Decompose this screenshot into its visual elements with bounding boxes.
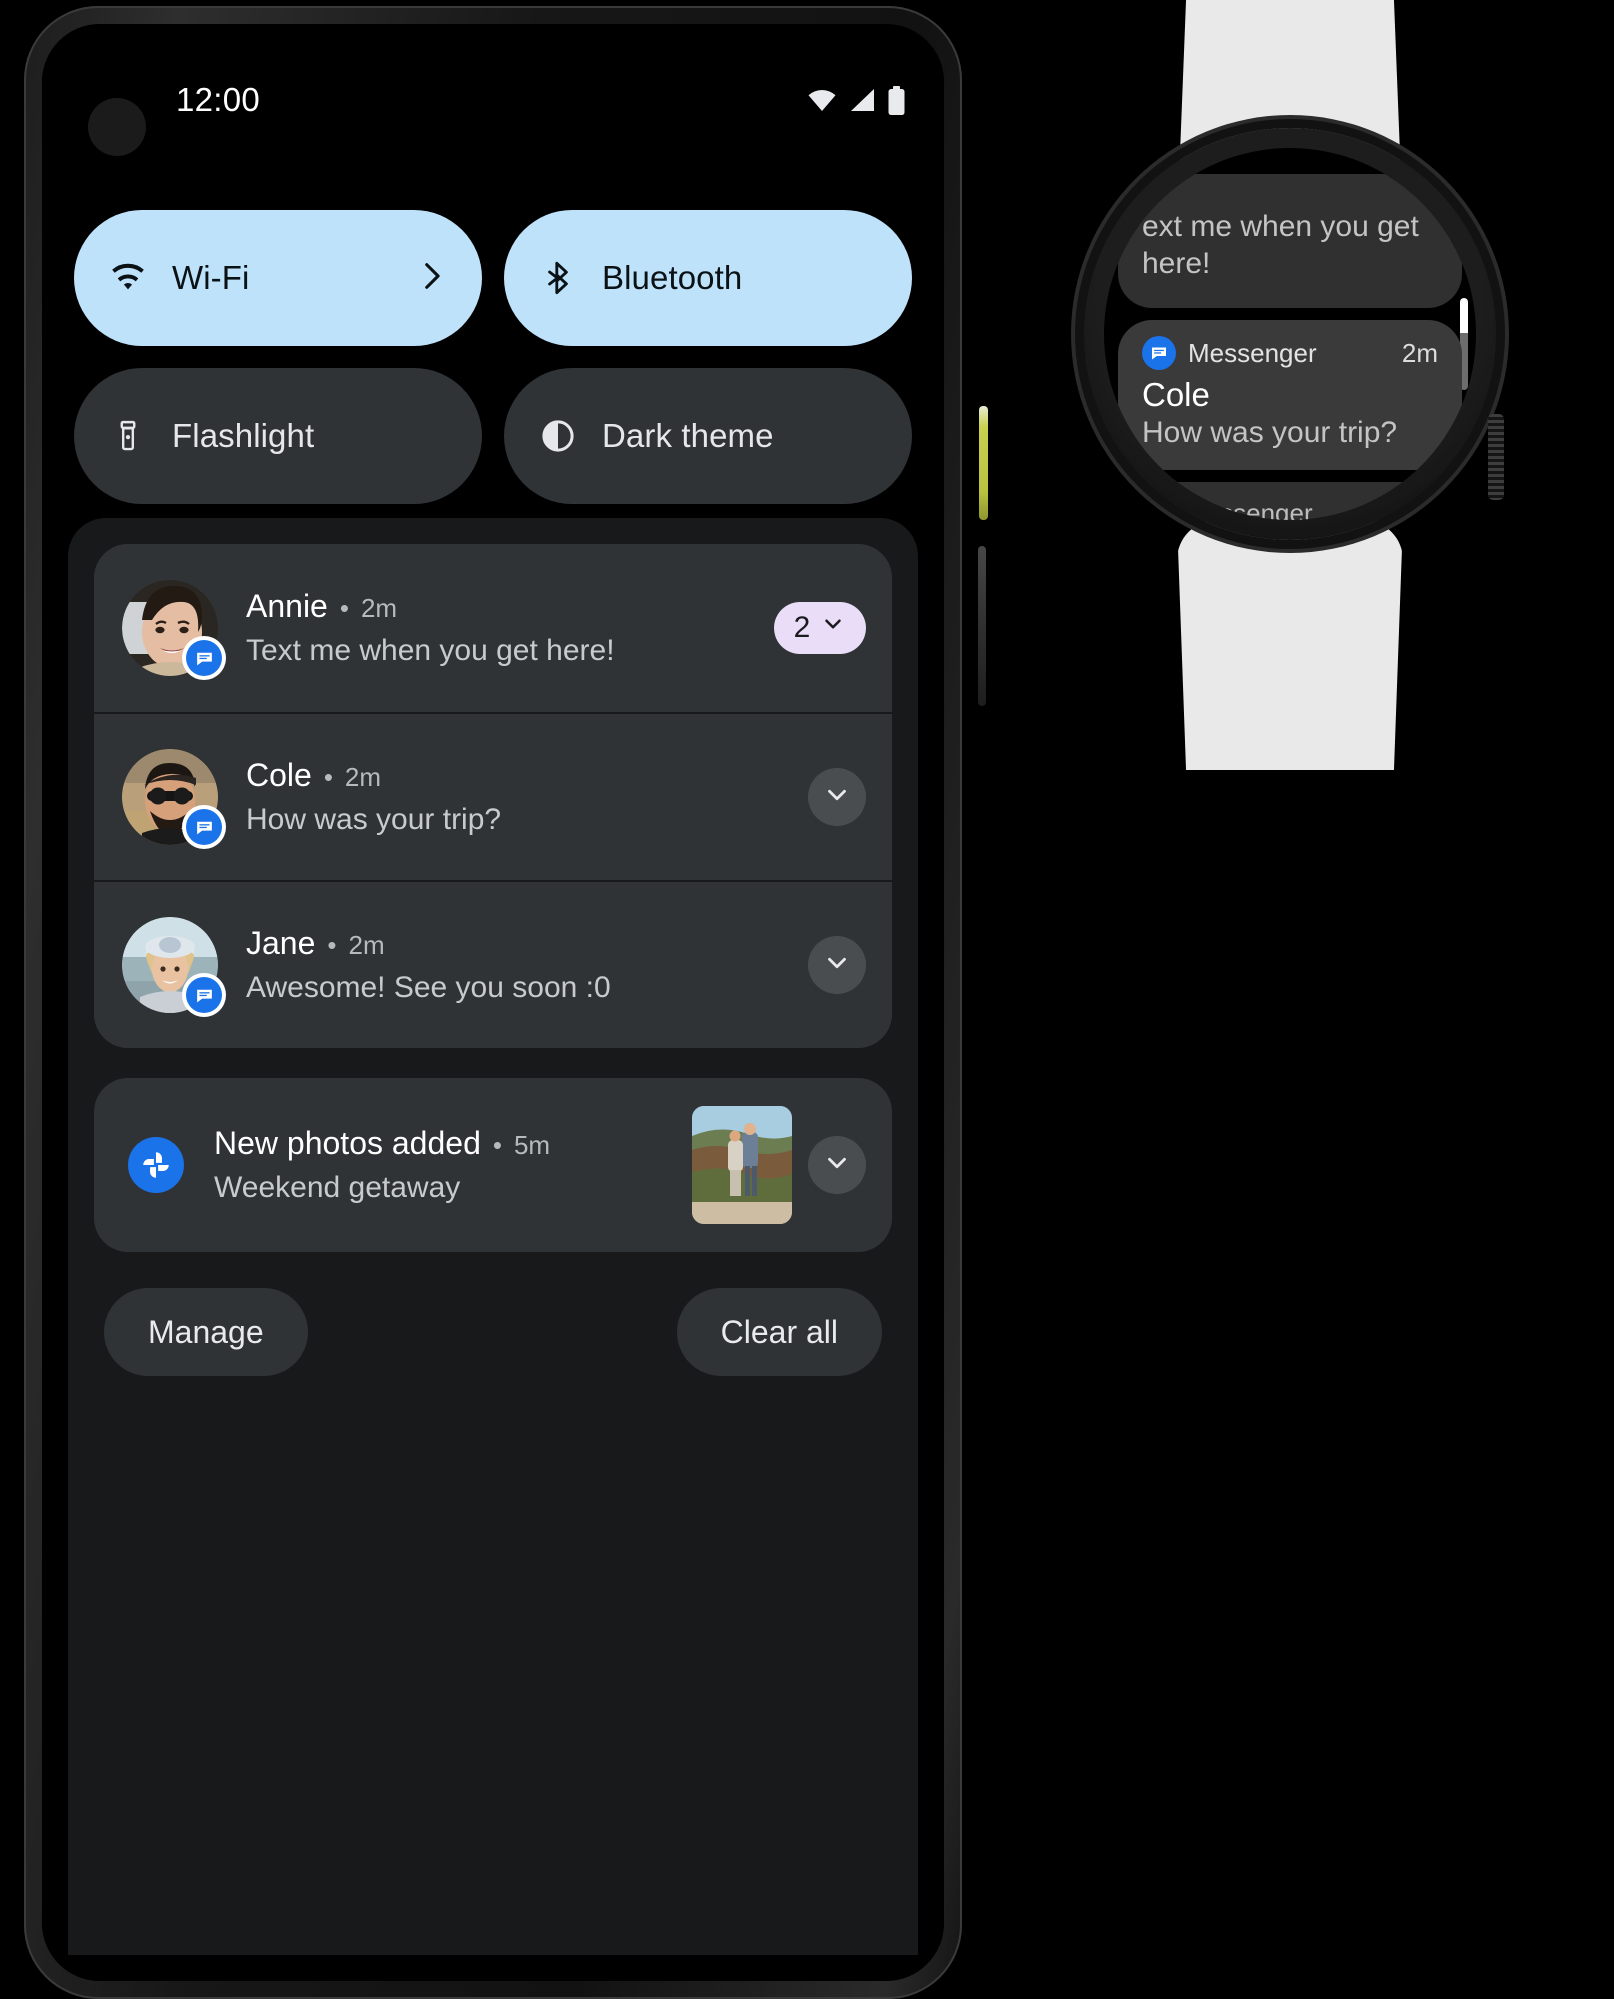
notification-content: Annie • 2m Text me when you get here! [246, 588, 758, 668]
quick-tile-flashlight[interactable]: Flashlight [74, 368, 482, 504]
front-camera-punch-hole [88, 98, 146, 156]
avatar [122, 749, 226, 849]
quick-tile-dark-theme[interactable]: Dark theme [504, 368, 912, 504]
battery-icon [888, 85, 905, 115]
notification-header: Annie • 2m [246, 588, 758, 625]
chevron-down-icon [822, 780, 852, 815]
watch-notification-app: Messenger [1184, 498, 1313, 520]
watch-notification-card-focused[interactable]: Messenger 2m Cole How was your trip? [1118, 320, 1462, 471]
notification-row[interactable]: Cole • 2m How was your trip? [94, 712, 892, 880]
quick-tile-label: Bluetooth [602, 259, 743, 296]
notification-sender: Cole [246, 757, 312, 793]
status-bar-icons [807, 85, 906, 115]
notification-title: New photos added [214, 1125, 481, 1161]
separator-dot: • [327, 930, 337, 960]
quick-tile-label: Flashlight [172, 417, 315, 454]
notification-shade: Annie • 2m Text me when you get here! 2 [68, 518, 918, 1955]
photos-notification-group: New photos added • 5m Weekend getaway [94, 1078, 892, 1252]
watch-notification-list: ext me when you get here! Messenger 2m C… [1104, 148, 1476, 520]
avatar [122, 580, 226, 680]
separator-dot: • [492, 1130, 502, 1160]
flashlight-icon [108, 416, 148, 456]
phone-screen: 12:00 Wi-Fi Bluetooth Flashlight Dark th… [42, 24, 944, 1981]
quick-tile-label: Dark theme [602, 417, 774, 454]
notification-row[interactable]: Jane • 2m Awesome! See you soon :0 [94, 880, 892, 1048]
notification-message: Text me when you get here! [246, 634, 615, 667]
quick-tile-label: Wi-Fi [172, 259, 250, 296]
separator-dot: • [323, 762, 333, 792]
notification-time: 2m [344, 762, 382, 792]
notification-content: New photos added • 5m Weekend getaway [214, 1125, 676, 1205]
chevron-down-icon [822, 1148, 852, 1183]
messages-icon [182, 973, 226, 1017]
watch-case: ext me when you get here! Messenger 2m C… [1084, 128, 1504, 540]
notification-time: 5m [513, 1130, 551, 1160]
quick-tile-wifi[interactable]: Wi-Fi [74, 210, 482, 346]
notification-message: How was your trip? [246, 803, 502, 836]
notification-row-photos[interactable]: New photos added • 5m Weekend getaway [94, 1078, 892, 1252]
conversation-notification-group: Annie • 2m Text me when you get here! 2 [94, 544, 892, 1048]
rotating-crown[interactable] [1488, 414, 1504, 500]
power-button[interactable] [979, 406, 988, 520]
phone-device: 12:00 Wi-Fi Bluetooth Flashlight Dark th… [24, 6, 988, 1999]
manage-button[interactable]: Manage [104, 1288, 308, 1376]
chevron-down-icon [822, 948, 852, 983]
watch-notification-header: Messenger 2m [1142, 336, 1438, 371]
messages-icon [182, 805, 226, 849]
messages-icon [1142, 336, 1176, 371]
avatar [122, 917, 226, 1017]
notification-message: Awesome! See you soon :0 [246, 971, 611, 1004]
notification-sender: Annie [246, 588, 328, 624]
watch-notification-app: Messenger [1188, 337, 1317, 368]
expand-notification-button[interactable] [808, 1136, 866, 1194]
notification-header: Jane • 2m [246, 925, 792, 962]
status-bar-clock: 12:00 [176, 81, 261, 118]
notification-subtitle: Weekend getaway [214, 1171, 461, 1204]
screenshot-stage: 12:00 Wi-Fi Bluetooth Flashlight Dark th… [0, 0, 1614, 1999]
expand-notification-button[interactable] [808, 936, 866, 994]
google-photos-icon [128, 1137, 184, 1193]
notification-content: Jane • 2m Awesome! See you soon :0 [246, 925, 792, 1005]
notification-time: 2m [348, 930, 385, 960]
messages-icon [182, 636, 226, 680]
messages-icon [1142, 498, 1172, 520]
notification-time: 2m [360, 593, 398, 623]
smartwatch-device: ext me when you get here! Messenger 2m C… [1075, 0, 1505, 770]
watch-screen: ext me when you get here! Messenger 2m C… [1104, 148, 1476, 520]
cell-signal-icon [851, 89, 874, 111]
watch-notification-card-top[interactable]: ext me when you get here! [1118, 174, 1462, 309]
watch-notification-sender: Cole [1142, 376, 1210, 414]
notification-row[interactable]: Annie • 2m Text me when you get here! 2 [94, 544, 892, 712]
quick-tile-bluetooth[interactable]: Bluetooth [504, 210, 912, 346]
notification-content: Cole • 2m How was your trip? [246, 757, 792, 837]
bluetooth-icon [538, 258, 578, 298]
chevron-down-icon [820, 611, 846, 645]
notification-thumbnail[interactable] [692, 1106, 792, 1224]
notification-header: New photos added • 5m [214, 1125, 676, 1162]
notification-header: Cole • 2m [246, 757, 792, 794]
shade-actions: Manage Clear all [104, 1288, 882, 1376]
watch-band-bottom [1177, 520, 1403, 770]
wifi-icon [108, 258, 148, 298]
notification-sender: Jane [246, 925, 316, 961]
phone-bezel: 12:00 Wi-Fi Bluetooth Flashlight Dark th… [42, 24, 944, 1981]
watch-notification-header: Messenger 2m [1142, 498, 1438, 520]
chevron-right-icon[interactable] [414, 259, 448, 298]
wifi-icon [808, 89, 836, 111]
expand-notification-button[interactable] [808, 768, 866, 826]
notification-count-badge[interactable]: 2 [774, 602, 866, 654]
separator-dot: • [339, 593, 349, 623]
notification-count: 2 [793, 611, 811, 644]
clear-all-button[interactable]: Clear all [676, 1288, 882, 1376]
dark-theme-icon [538, 416, 578, 456]
watch-notification-card-bottom[interactable]: Messenger 2m ne [1118, 482, 1462, 520]
watch-notification-message: ext me when you get here! [1142, 210, 1419, 281]
watch-notification-time: 2m [1401, 337, 1438, 368]
quick-settings-grid: Wi-Fi Bluetooth Flashlight Dark theme [74, 210, 912, 504]
watch-notification-message: How was your trip? [1142, 416, 1398, 450]
status-bar: 12:00 [42, 72, 944, 156]
watch-notification-time: 2m [1401, 498, 1438, 520]
volume-rocker-button[interactable] [978, 546, 986, 706]
